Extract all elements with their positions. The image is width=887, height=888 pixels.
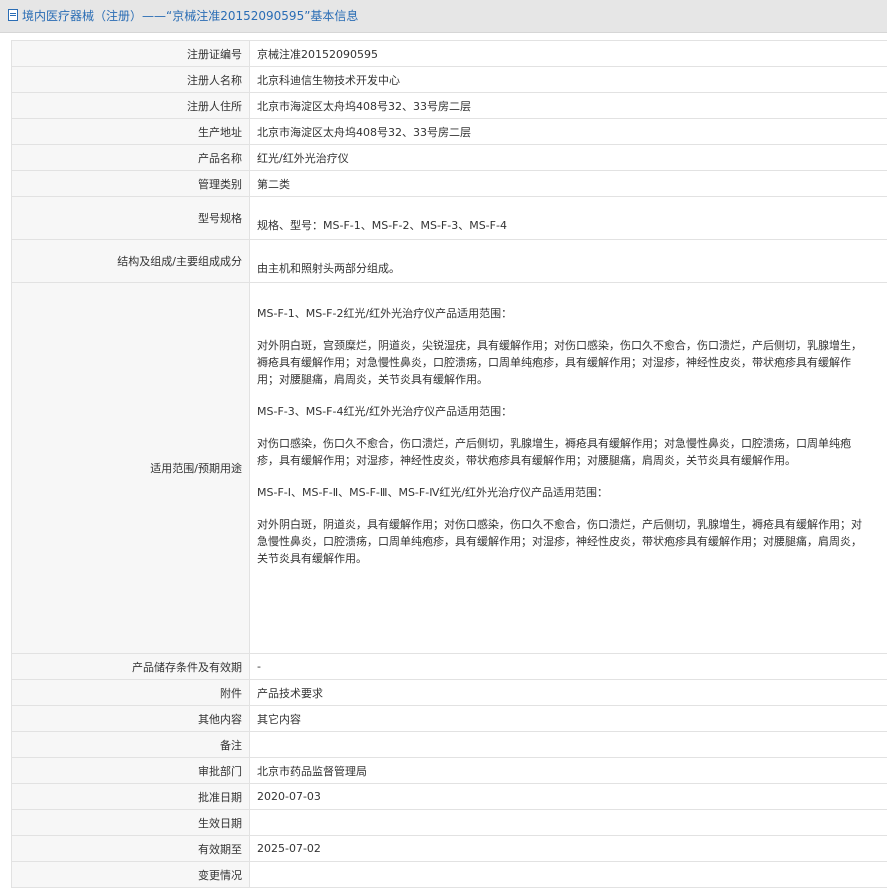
table-row: 型号规格 规格、型号：MS-F-1、MS-F-2、MS-F-3、MS-F-4 [12,197,887,240]
field-label-registrant: 注册人名称 [12,67,250,93]
field-label-dept: 审批部门 [12,758,250,784]
table-row: 生产地址 北京市海淀区太舟坞408号32、33号房二层 [12,119,887,145]
field-value-approval-date: 2020-07-03 [250,784,887,810]
field-value-address: 北京市海淀区太舟坞408号32、33号房二层 [250,93,887,119]
table-row: 结构及组成/主要组成成分 由主机和照射头两部分组成。 [12,240,887,283]
field-value-dept: 北京市药品监督管理局 [250,758,887,784]
table-row: 有效期至 2025-07-02 [12,836,887,862]
field-value-category: 第二类 [250,171,887,197]
field-value-changes [250,862,887,888]
table-row: 产品储存条件及有效期 - [12,654,887,680]
table-row: 其他内容 其它内容 [12,706,887,732]
field-value-expiry: 2025-07-02 [250,836,887,862]
table-row: 适用范围/预期用途 MS-F-1、MS-F-2红光/红外光治疗仪产品适用范围： … [12,283,887,654]
scope-paragraph: MS-F-3、MS-F-4红光/红外光治疗仪产品适用范围： [257,403,871,420]
table-row: 管理类别 第二类 [12,171,887,197]
table-row: 产品名称 红光/红外光治疗仪 [12,145,887,171]
field-value-attachment: 产品技术要求 [250,680,887,706]
table-row: 批准日期 2020-07-03 [12,784,887,810]
scope-paragraph: 对外阴白斑，阴道炎，具有缓解作用；对伤口感染，伤口久不愈合，伤口溃烂，产后侧切，… [257,516,871,567]
field-label-remarks: 备注 [12,732,250,758]
field-value-production: 北京市海淀区太舟坞408号32、33号房二层 [250,119,887,145]
table-row: 生效日期 [12,810,887,836]
field-value-model: 规格、型号：MS-F-1、MS-F-2、MS-F-3、MS-F-4 [250,197,887,240]
table-row: 注册证编号 京械注准20152090595 [12,41,887,67]
field-value-reg-no: 京械注准20152090595 [250,41,887,67]
field-label-model: 型号规格 [12,197,250,240]
field-label-approval-date: 批准日期 [12,784,250,810]
field-label-category: 管理类别 [12,171,250,197]
scope-paragraph: MS-F-1、MS-F-2红光/红外光治疗仪产品适用范围： [257,305,871,322]
scope-paragraph: 对外阴白斑，宫颈糜烂，阴道炎，尖锐湿疣，具有缓解作用；对伤口感染，伤口久不愈合，… [257,337,871,388]
info-table: 注册证编号 京械注准20152090595 注册人名称 北京科迪信生物技术开发中… [11,40,887,888]
field-value-product: 红光/红外光治疗仪 [250,145,887,171]
field-value-structure: 由主机和照射头两部分组成。 [250,240,887,283]
field-value-registrant: 北京科迪信生物技术开发中心 [250,67,887,93]
table-row: 注册人住所 北京市海淀区太舟坞408号32、33号房二层 [12,93,887,119]
scope-paragraph: 对伤口感染，伤口久不愈合，伤口溃烂，产后侧切，乳腺增生，褥疮具有缓解作用；对急慢… [257,435,871,469]
field-label-other: 其他内容 [12,706,250,732]
field-value-storage: - [250,654,887,680]
field-label-production: 生产地址 [12,119,250,145]
table-row: 审批部门 北京市药品监督管理局 [12,758,887,784]
document-icon [8,9,18,21]
field-value-effective-date [250,810,887,836]
field-label-product: 产品名称 [12,145,250,171]
field-label-storage: 产品储存条件及有效期 [12,654,250,680]
page-title: 境内医疗器械（注册）——“京械注准20152090595”基本信息 [22,9,358,23]
field-value-scope: MS-F-1、MS-F-2红光/红外光治疗仪产品适用范围： 对外阴白斑，宫颈糜烂… [250,283,887,654]
field-label-reg-no: 注册证编号 [12,41,250,67]
field-value-other: 其它内容 [250,706,887,732]
scope-paragraph: MS-F-Ⅰ、MS-F-Ⅱ、MS-F-Ⅲ、MS-F-Ⅳ红光/红外光治疗仪产品适用… [257,484,871,501]
table-row: 备注 [12,732,887,758]
field-label-expiry: 有效期至 [12,836,250,862]
field-label-changes: 变更情况 [12,862,250,888]
table-row: 注册人名称 北京科迪信生物技术开发中心 [12,67,887,93]
table-row: 附件 产品技术要求 [12,680,887,706]
field-label-address: 注册人住所 [12,93,250,119]
field-label-structure: 结构及组成/主要组成成分 [12,240,250,283]
table-row: 变更情况 [12,862,887,888]
page-title-bar: 境内医疗器械（注册）——“京械注准20152090595”基本信息 [0,0,887,33]
field-value-remarks [250,732,887,758]
field-label-effective-date: 生效日期 [12,810,250,836]
field-label-attachment: 附件 [12,680,250,706]
field-label-scope: 适用范围/预期用途 [12,283,250,654]
